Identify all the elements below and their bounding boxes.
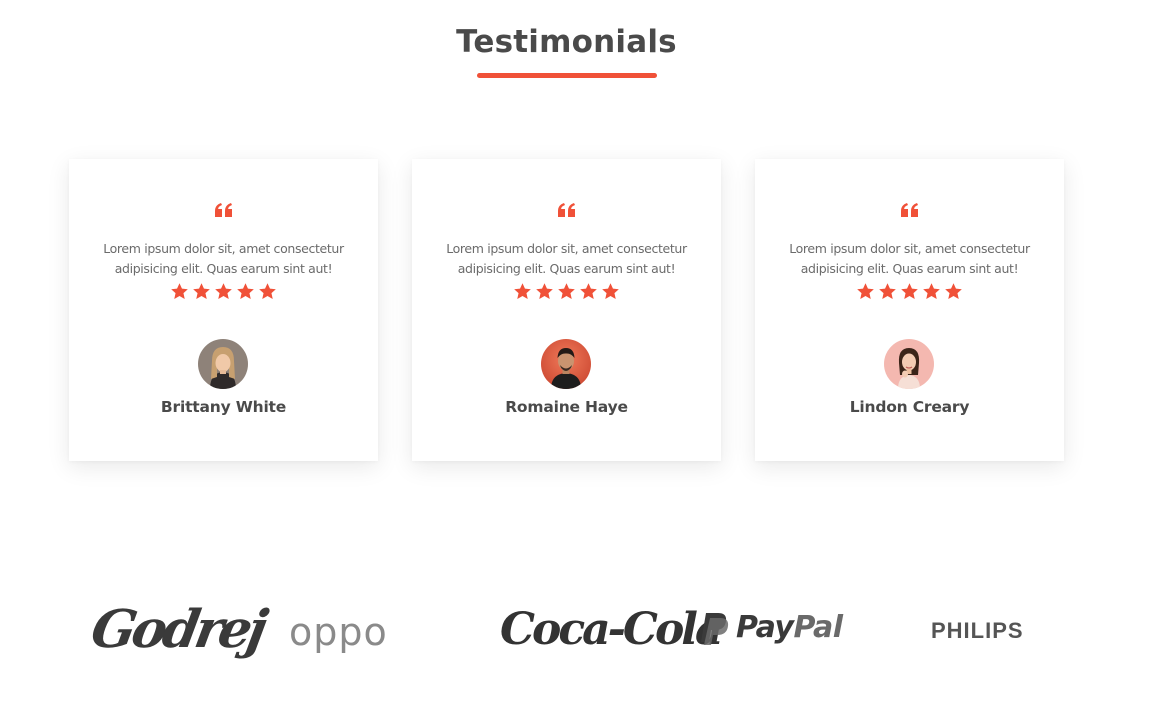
author-name: Brittany White bbox=[160, 398, 287, 416]
testimonials-page: Testimonials Lorem ipsum dolor sit, amet… bbox=[0, 0, 1156, 704]
star-rating bbox=[412, 282, 721, 301]
star-icon bbox=[879, 283, 896, 299]
star-icon bbox=[857, 283, 874, 299]
paypal-p-icon bbox=[701, 612, 729, 645]
testimonial-text: Lorem ipsum dolor sit, amet consectetur … bbox=[446, 241, 687, 276]
star-icon bbox=[237, 283, 254, 299]
avatar bbox=[198, 339, 248, 389]
avatar bbox=[884, 339, 934, 389]
star-icon bbox=[259, 283, 276, 299]
godrej-logo: Godrej bbox=[86, 599, 269, 660]
star-icon bbox=[514, 283, 531, 299]
star-icon bbox=[558, 283, 575, 299]
title-underline bbox=[477, 73, 657, 78]
star-icon bbox=[580, 283, 597, 299]
oppo-logo: oppo bbox=[289, 610, 388, 654]
star-rating bbox=[69, 282, 378, 301]
coca-cola-logo: Coca-Cola bbox=[500, 604, 724, 655]
quote-left-icon bbox=[69, 203, 378, 217]
brand-logos: Godrej oppo Coca-Cola PayPal PHILIPS bbox=[0, 596, 1156, 666]
testimonial-text: Lorem ipsum dolor sit, amet consectetur … bbox=[789, 241, 1030, 276]
philips-logo: PHILIPS bbox=[931, 618, 1024, 643]
testimonial-card: Lorem ipsum dolor sit, amet consectetur … bbox=[755, 159, 1064, 461]
paypal-word-pal: Pal bbox=[793, 610, 843, 645]
author-name: Lindon Creary bbox=[849, 398, 970, 416]
paypal-logo: PayPal bbox=[698, 610, 843, 645]
testimonial-cards: Lorem ipsum dolor sit, amet consectetur … bbox=[69, 159, 1064, 461]
testimonial-card: Lorem ipsum dolor sit, amet consectetur … bbox=[412, 159, 721, 461]
star-icon bbox=[602, 283, 619, 299]
avatar bbox=[541, 339, 591, 389]
star-icon bbox=[945, 283, 962, 299]
star-rating bbox=[755, 282, 1064, 301]
star-icon bbox=[171, 283, 188, 299]
testimonial-card: Lorem ipsum dolor sit, amet consectetur … bbox=[69, 159, 378, 461]
section-title: Testimonials bbox=[456, 24, 677, 60]
quote-left-icon bbox=[412, 203, 721, 217]
testimonial-text: Lorem ipsum dolor sit, amet consectetur … bbox=[103, 241, 344, 276]
star-icon bbox=[215, 283, 232, 299]
star-icon bbox=[901, 283, 918, 299]
star-icon bbox=[536, 283, 553, 299]
star-icon bbox=[193, 283, 210, 299]
author-name: Romaine Haye bbox=[505, 398, 628, 416]
star-icon bbox=[923, 283, 940, 299]
quote-left-icon bbox=[755, 203, 1064, 217]
paypal-word-pay: Pay bbox=[736, 610, 794, 645]
